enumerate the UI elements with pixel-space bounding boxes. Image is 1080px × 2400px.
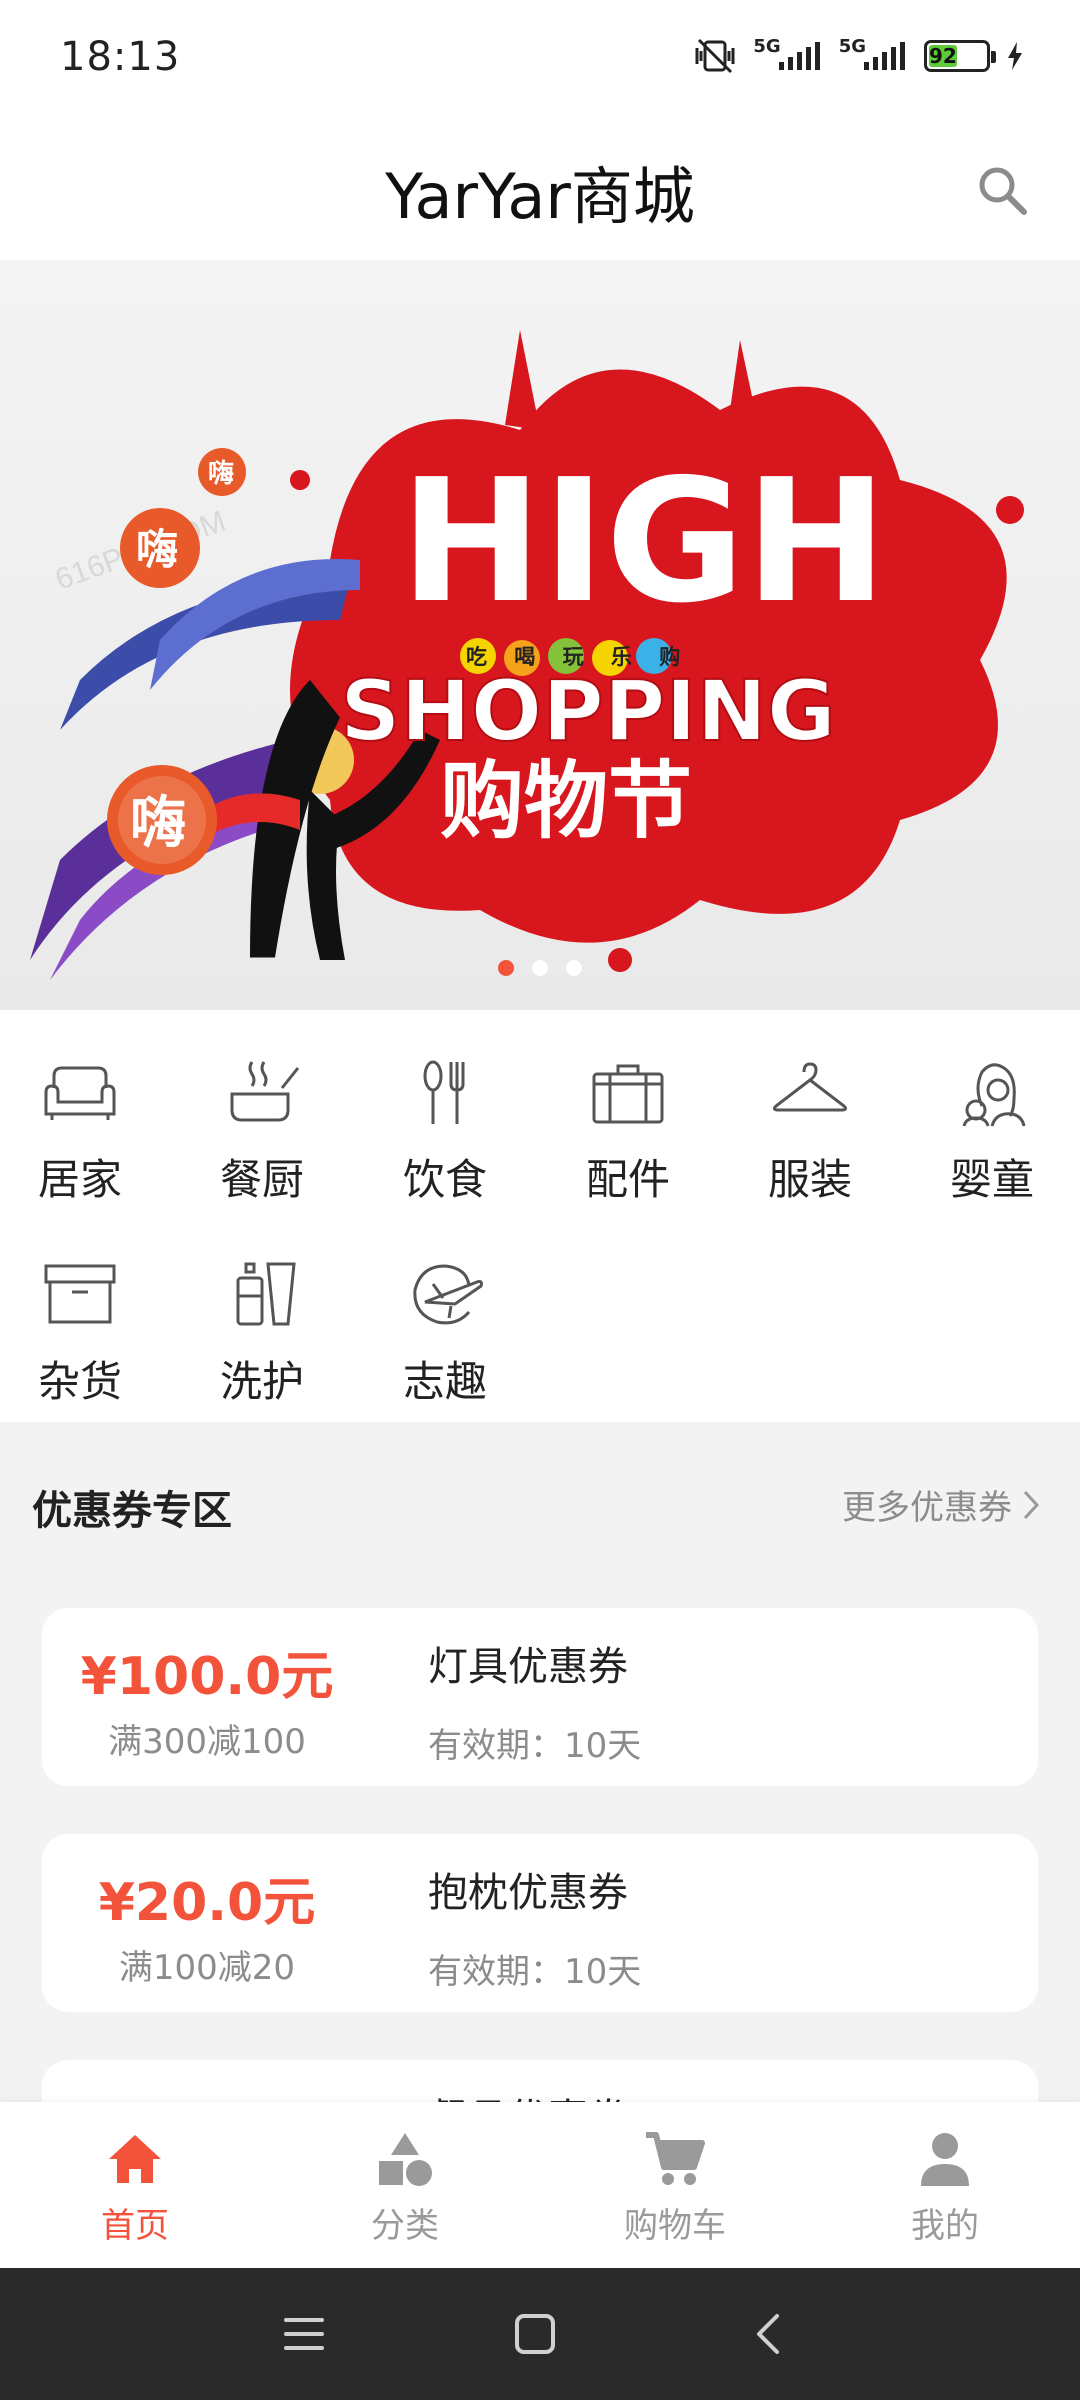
category-baby[interactable]: 婴童 — [912, 1048, 1072, 1208]
system-nav-bar — [0, 2268, 1080, 2400]
banner-dot-2[interactable] — [532, 960, 548, 976]
coupon-amount: ¥30.0元 — [42, 2086, 372, 2102]
promo-banner[interactable]: 616PIC.COM 616PIC.COM 嗨 嗨 嗨 HIGH — [0, 260, 1080, 1010]
box-icon — [0, 1250, 160, 1340]
back-icon — [757, 2314, 779, 2354]
category-home[interactable]: 居家 — [0, 1048, 160, 1208]
coupon-card[interactable]: ¥30.0元 餐具优惠券 — [42, 2060, 1038, 2102]
coupon-condition: 满100减20 — [118, 1948, 296, 1988]
signal-2-icon: 5G — [839, 36, 908, 72]
banner-dot-1[interactable] — [498, 960, 514, 976]
bottles-icon — [182, 1250, 342, 1340]
recent-apps-button[interactable] — [274, 2304, 334, 2364]
section-title: 优惠券专区 — [32, 1488, 232, 1534]
category-label: 服装 — [767, 1155, 852, 1204]
nav-tab-category[interactable]: 分类 — [305, 2124, 505, 2247]
chevron-right-icon — [1023, 1490, 1040, 1519]
svg-text:HIGH: HIGH — [400, 443, 887, 641]
person-icon — [845, 2124, 1045, 2194]
status-time: 18:13 — [60, 34, 181, 80]
category-grid: 居家 餐厨 饮食 配件 服装 婴童 杂货 洗护 志趣 — [0, 1010, 1080, 1422]
category-label: 饮食 — [402, 1155, 487, 1204]
coupon-amount: ¥20.0元 — [98, 1873, 316, 1933]
category-accessories[interactable]: 配件 — [548, 1048, 708, 1208]
coupon-name: 灯具优惠券 — [428, 1644, 628, 1690]
mute-vibrate-icon — [693, 36, 737, 76]
coupon-amount: ¥100.0元 — [80, 1647, 334, 1707]
banner-dot-3[interactable] — [566, 960, 582, 976]
more-coupons-link[interactable]: 更多优惠券 — [842, 1480, 1040, 1529]
nav-tab-home[interactable]: 首页 — [35, 2124, 235, 2247]
coupon-validity: 有效期：10天 — [428, 1952, 642, 1992]
coupon-card[interactable]: ¥100.0元 满300减100 灯具优惠券 有效期：10天 — [42, 1608, 1038, 1786]
category-label: 洗护 — [219, 1357, 304, 1406]
nav-label: 分类 — [371, 2206, 439, 2246]
svg-text:嗨: 嗨 — [136, 525, 178, 574]
banner-artwork: 616PIC.COM 616PIC.COM 嗨 嗨 嗨 HIGH — [30, 330, 1024, 980]
category-label: 婴童 — [949, 1155, 1034, 1204]
status-icons: 5G 5G 92 — [693, 36, 1024, 76]
square-icon — [515, 2314, 555, 2354]
charging-icon — [1006, 41, 1024, 71]
status-bar: 18:13 5G 5G 92 — [0, 0, 1080, 118]
nav-label: 购物车 — [624, 2206, 726, 2246]
category-groceries[interactable]: 杂货 — [0, 1250, 160, 1410]
category-label: 志趣 — [402, 1357, 487, 1406]
coupon-card[interactable]: ¥20.0元 满100减20 抱枕优惠券 有效期：10天 — [42, 1834, 1038, 2012]
category-icon — [305, 2124, 505, 2194]
category-label: 配件 — [585, 1155, 670, 1204]
back-system-button[interactable] — [738, 2304, 798, 2364]
app-header: YarYar商城 — [0, 118, 1080, 260]
signal-1-icon: 5G — [753, 36, 822, 72]
coupon-validity: 有效期：10天 — [428, 1726, 642, 1766]
hanger-icon — [730, 1048, 890, 1138]
suitcase-icon — [548, 1048, 708, 1138]
page-title: YarYar商城 — [385, 160, 695, 233]
svg-text:SHOPPING: SHOPPING — [340, 662, 836, 760]
battery-level: 92 — [929, 44, 957, 68]
nav-label: 我的 — [911, 2206, 979, 2246]
category-apparel[interactable]: 服装 — [730, 1048, 890, 1208]
network-type-1: 5G — [753, 35, 781, 57]
plane-icon — [365, 1250, 525, 1340]
coupon-name: 餐具优惠券 — [428, 2086, 628, 2102]
bottom-nav: 首页 分类 购物车 我的 — [0, 2102, 1080, 2268]
utensils-icon — [365, 1048, 525, 1138]
category-label: 居家 — [37, 1155, 122, 1204]
nav-tab-cart[interactable]: 购物车 — [575, 2124, 775, 2247]
category-label: 餐厨 — [219, 1155, 304, 1204]
banner-pagination — [0, 960, 1080, 976]
category-food[interactable]: 饮食 — [365, 1048, 525, 1208]
coupon-section: 优惠券专区 更多优惠券 ¥100.0元 满300减100 灯具优惠券 有效期：1… — [0, 1422, 1080, 2102]
home-system-button[interactable] — [505, 2304, 565, 2364]
menu-icon — [284, 2318, 324, 2350]
more-coupons-label: 更多优惠券 — [842, 1488, 1012, 1528]
category-hobbies[interactable]: 志趣 — [365, 1250, 525, 1410]
pot-icon — [182, 1048, 342, 1138]
svg-text:购物节: 购物节 — [440, 752, 692, 850]
category-label: 杂货 — [37, 1357, 122, 1406]
svg-text:嗨: 嗨 — [130, 791, 186, 856]
nav-label: 首页 — [101, 2206, 169, 2246]
home-icon — [35, 2124, 235, 2194]
coupon-condition: 满300减100 — [108, 1722, 306, 1762]
network-type-2: 5G — [838, 35, 866, 57]
search-icon — [979, 167, 1027, 215]
search-button[interactable] — [964, 152, 1040, 228]
mother-child-icon — [912, 1048, 1072, 1138]
coupon-name: 抱枕优惠券 — [428, 1870, 628, 1916]
svg-text:嗨: 嗨 — [208, 459, 234, 489]
battery-icon: 92 — [924, 40, 996, 72]
category-kitchen[interactable]: 餐厨 — [182, 1048, 342, 1208]
sofa-icon — [0, 1048, 160, 1138]
cart-icon — [575, 2124, 775, 2194]
nav-tab-profile[interactable]: 我的 — [845, 2124, 1045, 2247]
category-personal-care[interactable]: 洗护 — [182, 1250, 342, 1410]
